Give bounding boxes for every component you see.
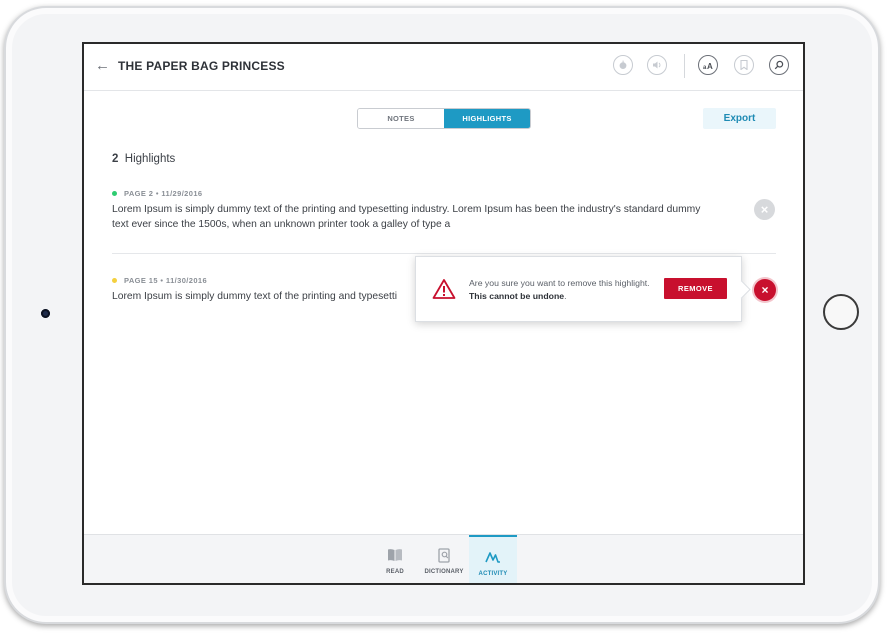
book-icon (387, 546, 403, 564)
remove-button[interactable]: REMOVE (664, 278, 727, 299)
bookmark-icon[interactable] (734, 55, 754, 75)
audio-icon[interactable] (647, 55, 667, 75)
nav-dictionary-label: DICTIONARY (424, 569, 464, 575)
highlights-count-number: 2 (112, 153, 119, 165)
search-icon[interactable] (769, 55, 789, 75)
confirm-message: Are you sure you want to remove this hig… (469, 278, 650, 301)
highlights-count: 2 Highlights (112, 153, 175, 165)
top-bar: ← THE PAPER BAG PRINCESS aA (84, 44, 803, 91)
divider (112, 253, 776, 254)
highlight-meta: PAGE 15 • 11/30/2016 (112, 276, 207, 285)
highlight-text[interactable]: Lorem Ipsum is simply dummy text of the … (112, 290, 412, 305)
back-arrow-icon[interactable]: ← (95, 58, 111, 74)
nav-read-label: READ (386, 569, 404, 575)
nav-activity-label: ACTIVITY (478, 571, 508, 577)
highlight-color-dot (112, 278, 117, 283)
app-screen: ← THE PAPER BAG PRINCESS aA NOTES HIGHLI… (82, 42, 805, 585)
nav-read[interactable]: READ (371, 535, 419, 583)
tab-highlights[interactable]: HIGHLIGHTS (444, 109, 530, 128)
bottom-nav: READ DICTIONARY ACTIVITY (84, 534, 803, 583)
highlights-count-label: Highlights (124, 153, 176, 165)
svg-text:A: A (707, 62, 713, 70)
highlight-meta: PAGE 2 • 11/29/2016 (112, 189, 202, 198)
activity-icon (485, 548, 501, 566)
apple-icon[interactable] (613, 55, 633, 75)
notes-highlights-toggle: NOTES HIGHLIGHTS (357, 108, 531, 129)
export-button[interactable]: Export (703, 108, 776, 129)
camera-icon (41, 309, 50, 318)
highlight-color-dot (112, 191, 117, 196)
nav-dictionary[interactable]: DICTIONARY (420, 535, 468, 583)
confirm-emphasis: This cannot be undone (469, 290, 565, 301)
dictionary-icon (437, 546, 451, 564)
confirm-remove-popover: Are you sure you want to remove this hig… (415, 256, 742, 322)
nav-activity[interactable]: ACTIVITY (469, 535, 517, 583)
highlight-page-date: PAGE 2 • 11/29/2016 (124, 189, 203, 198)
warning-icon (432, 278, 456, 305)
book-title: THE PAPER BAG PRINCESS (118, 59, 285, 73)
remove-highlight-button[interactable]: × (754, 199, 775, 220)
highlight-page-date: PAGE 15 • 11/30/2016 (124, 276, 208, 285)
remove-highlight-button-active[interactable]: × (754, 279, 776, 301)
home-button[interactable] (823, 294, 859, 330)
tab-notes[interactable]: NOTES (358, 109, 444, 128)
confirm-message-text: Are you sure you want to remove this hig… (469, 278, 650, 288)
text-size-icon[interactable]: aA (698, 55, 718, 75)
toolbar-divider (684, 54, 685, 78)
highlight-text[interactable]: Lorem Ipsum is simply dummy text of the … (112, 203, 712, 232)
